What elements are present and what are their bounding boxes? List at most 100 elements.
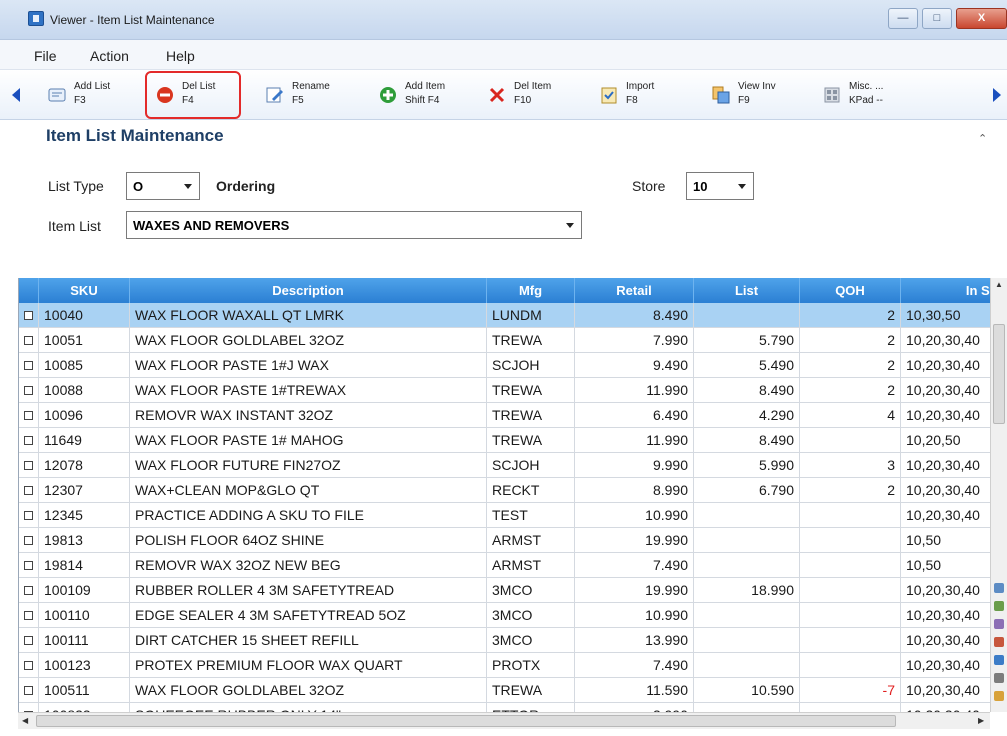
side-tool-icon[interactable] xyxy=(994,601,1004,611)
qoh-cell: 2 xyxy=(800,478,901,502)
collapse-caret-icon[interactable]: ⌃ xyxy=(978,132,987,145)
minimize-button[interactable]: — xyxy=(888,8,918,29)
description-cell: PROTEX PREMIUM FLOOR WAX QUART xyxy=(130,653,487,677)
scroll-left-icon[interactable]: ◀ xyxy=(22,716,28,725)
column-header-qoh[interactable]: QOH xyxy=(800,278,901,303)
column-header-in-stores[interactable]: In Sto xyxy=(901,278,990,303)
table-row[interactable]: 100123 PROTEX PREMIUM FLOOR WAX QUART PROT… xyxy=(19,653,990,678)
table-row[interactable]: 11649 WAX FLOOR PASTE 1# MAHOG TREWA 11.990… xyxy=(19,428,990,453)
row-checkbox[interactable] xyxy=(24,636,33,645)
table-row[interactable]: 19813 POLISH FLOOR 64OZ SHINE ARMST 19.990 1… xyxy=(19,528,990,553)
sku-cell: 11649 xyxy=(39,428,130,452)
menu-file[interactable]: File xyxy=(34,48,57,64)
side-tool-icon[interactable] xyxy=(994,583,1004,593)
list-type-select[interactable]: O xyxy=(126,172,200,200)
retail-cell: 3.990 xyxy=(575,703,694,712)
row-checkbox[interactable] xyxy=(24,336,33,345)
row-checkbox[interactable] xyxy=(24,386,33,395)
mfg-cell: 3MCO xyxy=(487,628,575,652)
row-checkbox[interactable] xyxy=(24,511,33,520)
row-checkbox[interactable] xyxy=(24,486,33,495)
table-row[interactable]: 100111 DIRT CATCHER 15 SHEET REFILL 3MCO 13… xyxy=(19,628,990,653)
table-row[interactable]: 10088 WAX FLOOR PASTE 1#TREWAX TREWA 11.990… xyxy=(19,378,990,403)
description-cell: WAX FLOOR WAXALL QT LMRK xyxy=(130,303,487,327)
page-title: Item List Maintenance xyxy=(46,126,224,145)
row-checkbox[interactable] xyxy=(24,561,33,570)
side-tool-icon[interactable] xyxy=(994,655,1004,665)
list-price-cell xyxy=(694,303,800,327)
row-checkbox[interactable] xyxy=(24,361,33,370)
row-select-cell xyxy=(19,403,39,427)
horizontal-scroll-thumb[interactable] xyxy=(36,715,896,727)
scroll-right-icon[interactable]: ▶ xyxy=(978,716,984,725)
row-checkbox[interactable] xyxy=(24,686,33,695)
side-tool-icon[interactable] xyxy=(994,637,1004,647)
side-tool-icon[interactable] xyxy=(994,619,1004,629)
column-header-mfg[interactable]: Mfg xyxy=(487,278,575,303)
vertical-scroll-thumb[interactable] xyxy=(993,324,1005,424)
row-checkbox[interactable] xyxy=(24,611,33,620)
column-header-description[interactable]: Description xyxy=(130,278,487,303)
table-row[interactable]: 100109 RUBBER ROLLER 4 3M SAFETYTREAD 3MCO… xyxy=(19,578,990,603)
sku-cell: 100111 xyxy=(39,628,130,652)
table-row[interactable]: 10085 WAX FLOOR PASTE 1#J WAX SCJOH 9.490 5.… xyxy=(19,353,990,378)
row-select-cell xyxy=(19,503,39,527)
side-tool-icon[interactable] xyxy=(994,673,1004,683)
list-price-cell xyxy=(694,528,800,552)
table-row[interactable]: 100511 WAX FLOOR GOLDLABEL 32OZ TREWA 11.59… xyxy=(19,678,990,703)
side-tool-icon[interactable] xyxy=(994,691,1004,701)
table-row[interactable]: 100110 EDGE SEALER 4 3M SAFETYTREAD 5OZ 3M… xyxy=(19,603,990,628)
table-row[interactable]: 100823SQUEEGEE RUBBER ONLY 14"ETTOR3.990… xyxy=(19,703,990,712)
row-select-cell xyxy=(19,328,39,352)
column-header-retail[interactable]: Retail xyxy=(575,278,694,303)
list-price-cell: 8.490 xyxy=(694,378,800,402)
chevron-down-icon xyxy=(566,223,574,228)
table-row[interactable]: 10096 REMOVR WAX INSTANT 32OZ TREWA 6.490 4.… xyxy=(19,403,990,428)
row-checkbox[interactable] xyxy=(24,536,33,545)
qoh-cell xyxy=(800,653,901,677)
table-row[interactable]: 12307 WAX+CLEAN MOP&GLO QT RECKT 8.990 6.790… xyxy=(19,478,990,503)
window-title: Viewer - Item List Maintenance xyxy=(50,13,215,27)
close-button[interactable]: X xyxy=(956,8,1007,29)
table-row[interactable]: 10040 WAX FLOOR WAXALL QT LMRK LUNDM 8.490 2… xyxy=(19,303,990,328)
list-price-cell xyxy=(694,653,800,677)
mfg-cell: 3MCO xyxy=(487,578,575,602)
in-stores-cell: 10,20,30,40 xyxy=(901,353,990,377)
qoh-cell xyxy=(800,428,901,452)
scroll-up-icon[interactable]: ▲ xyxy=(995,280,1003,289)
row-select-cell xyxy=(19,703,39,712)
table-row[interactable]: 12078 WAX FLOOR FUTURE FIN27OZ SCJOH 9.990 5… xyxy=(19,453,990,478)
menu-help[interactable]: Help xyxy=(166,48,195,64)
horizontal-scrollbar[interactable]: ◀ ▶ xyxy=(18,712,990,729)
mfg-cell: TREWA xyxy=(487,678,575,702)
item-list-label: Item List xyxy=(48,218,101,234)
description-cell: RUBBER ROLLER 4 3M SAFETYTREAD xyxy=(130,578,487,602)
menu-action[interactable]: Action xyxy=(90,48,129,64)
maximize-button[interactable]: □ xyxy=(922,8,952,29)
row-checkbox[interactable] xyxy=(24,411,33,420)
chevron-down-icon xyxy=(738,184,746,189)
mfg-cell: SCJOH xyxy=(487,353,575,377)
store-label: Store xyxy=(632,178,666,194)
item-list-select[interactable]: WAXES AND REMOVERS xyxy=(126,211,582,239)
in-stores-cell: 10,20,30,40 xyxy=(901,453,990,477)
toolbar-scroll-left-icon[interactable] xyxy=(12,88,20,102)
row-checkbox[interactable] xyxy=(24,586,33,595)
toolbar-scroll-right-icon[interactable] xyxy=(993,88,1001,102)
column-header-sku[interactable]: SKU xyxy=(39,278,130,303)
column-header-list[interactable]: List xyxy=(694,278,800,303)
row-checkbox[interactable] xyxy=(24,461,33,470)
store-select[interactable]: 10 xyxy=(686,172,754,200)
table-row[interactable]: 10051 WAX FLOOR GOLDLABEL 32OZ TREWA 7.990 5… xyxy=(19,328,990,353)
list-price-cell xyxy=(694,503,800,527)
in-stores-cell: 10,20,30,40 xyxy=(901,703,990,712)
table-row[interactable]: 12345 PRACTICE ADDING A SKU TO FILE TEST 10… xyxy=(19,503,990,528)
sku-cell: 100110 xyxy=(39,603,130,627)
table-row[interactable]: 19814 REMOVR WAX 32OZ NEW BEG ARMST 7.490 10… xyxy=(19,553,990,578)
row-select-cell xyxy=(19,478,39,502)
row-checkbox[interactable] xyxy=(24,661,33,670)
row-select-cell xyxy=(19,578,39,602)
row-select-cell xyxy=(19,653,39,677)
row-checkbox[interactable] xyxy=(24,436,33,445)
row-checkbox[interactable] xyxy=(24,311,33,320)
